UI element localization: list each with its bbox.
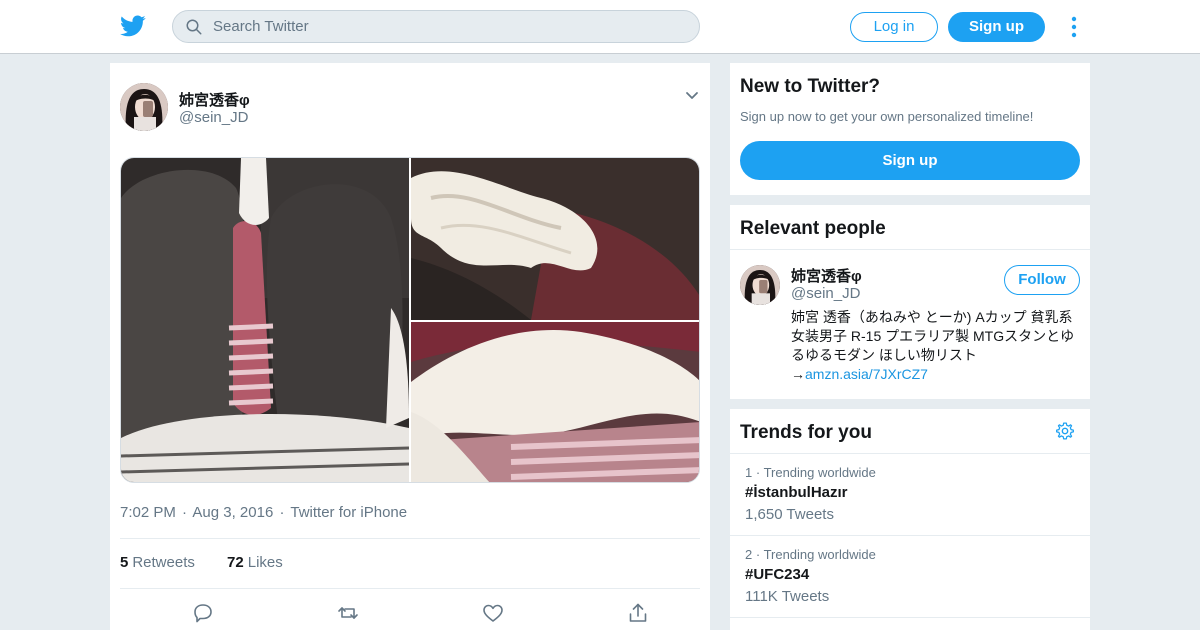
new-to-twitter-panel: New to Twitter? Sign up now to get your … [730, 63, 1090, 195]
tweet-stats: 5 Retweets 72 Likes [120, 554, 311, 571]
separator-dot: · [279, 504, 285, 521]
login-button[interactable]: Log in [850, 12, 938, 42]
search-bar[interactable] [172, 10, 700, 43]
likes-count: 72 [227, 554, 244, 571]
signup-button[interactable]: Sign up [948, 12, 1045, 42]
separator-dot: · [182, 504, 188, 521]
author-display-name[interactable]: 姉宮透香φ [179, 89, 250, 110]
tweet-card: 姉宮透香φ @sein_JD 7:02 PM · Aug 3, 2016 · T… [110, 63, 710, 630]
person-handle[interactable]: @sein_JD [791, 285, 860, 302]
tweet-photo-2[interactable] [411, 158, 699, 320]
panel-subtitle: Sign up now to get your own personalized… [740, 109, 1034, 124]
panel-title: Relevant people [740, 218, 886, 239]
divider [730, 617, 1090, 618]
retweets-count: 5 [120, 554, 129, 571]
vertical-dots-icon[interactable] [1066, 14, 1082, 40]
share-icon[interactable] [626, 601, 650, 625]
tweet-source: Twitter for iPhone [290, 504, 408, 521]
author-handle[interactable]: @sein_JD [179, 109, 248, 126]
search-input[interactable] [213, 11, 683, 42]
panel-title: New to Twitter? [740, 76, 881, 97]
panel-title: Trends for you [740, 422, 872, 443]
divider [730, 453, 1090, 454]
person-display-name[interactable]: 姉宮透香φ [791, 265, 862, 286]
divider [120, 538, 700, 539]
sidebar-signup-button[interactable]: Sign up [740, 141, 1080, 180]
likes-stat[interactable]: 72 Likes [227, 554, 283, 571]
trend-context-label: Trending worldwide [763, 465, 876, 480]
gear-icon[interactable] [1055, 421, 1075, 441]
retweets-stat[interactable]: 5 Retweets [120, 554, 195, 571]
divider [120, 588, 700, 589]
tweet-media-grid [120, 157, 700, 483]
trend-tweet-count: 111K Tweets [745, 588, 830, 605]
top-bar: Log in Sign up [0, 0, 1200, 54]
twitter-bird-icon[interactable] [120, 13, 146, 39]
avatar[interactable] [740, 265, 780, 305]
search-icon [186, 19, 202, 35]
reply-icon[interactable] [191, 601, 215, 625]
trend-rank: 2 [745, 547, 753, 562]
retweets-label: Retweets [132, 554, 195, 571]
divider [730, 249, 1090, 250]
divider [730, 535, 1090, 536]
follow-button[interactable]: Follow [1004, 265, 1080, 295]
trend-name: #UFC234 [745, 566, 810, 583]
avatar[interactable] [120, 83, 168, 131]
tweet-time: 7:02 PM [120, 504, 176, 521]
relevant-people-panel: Relevant people 姉宮透香φ @sein_JD Follow 姉宮… [730, 205, 1090, 399]
trend-rank: 1 [745, 465, 753, 480]
chevron-down-icon[interactable] [684, 90, 700, 102]
tweet-date: Aug 3, 2016 [192, 504, 274, 521]
person-bio: 姉宮 透香（あねみや とーか) Aカップ 貧乳系女装男子 R-15 プエラリア製… [791, 308, 1076, 384]
trend-context-label: Trending worldwide [763, 547, 876, 562]
bio-link[interactable]: amzn.asia/7JXrCZ7 [805, 366, 928, 382]
likes-label: Likes [247, 554, 283, 571]
retweet-icon[interactable] [336, 601, 360, 625]
tweet-photo-1[interactable] [121, 158, 409, 482]
tweet-actions [120, 601, 700, 625]
trends-panel: Trends for you 1 · Trending worldwide #İ… [730, 409, 1090, 630]
trend-tweet-count: 1,650 Tweets [745, 506, 834, 523]
trend-name: #İstanbulHazır [745, 484, 848, 501]
tweet-photo-3[interactable] [411, 322, 699, 482]
trend-context: 2 · Trending worldwide [745, 547, 876, 562]
tweet-timestamp[interactable]: 7:02 PM · Aug 3, 2016 · Twitter for iPho… [120, 504, 409, 521]
heart-icon[interactable] [481, 601, 505, 625]
trend-context: 1 · Trending worldwide [745, 465, 876, 480]
